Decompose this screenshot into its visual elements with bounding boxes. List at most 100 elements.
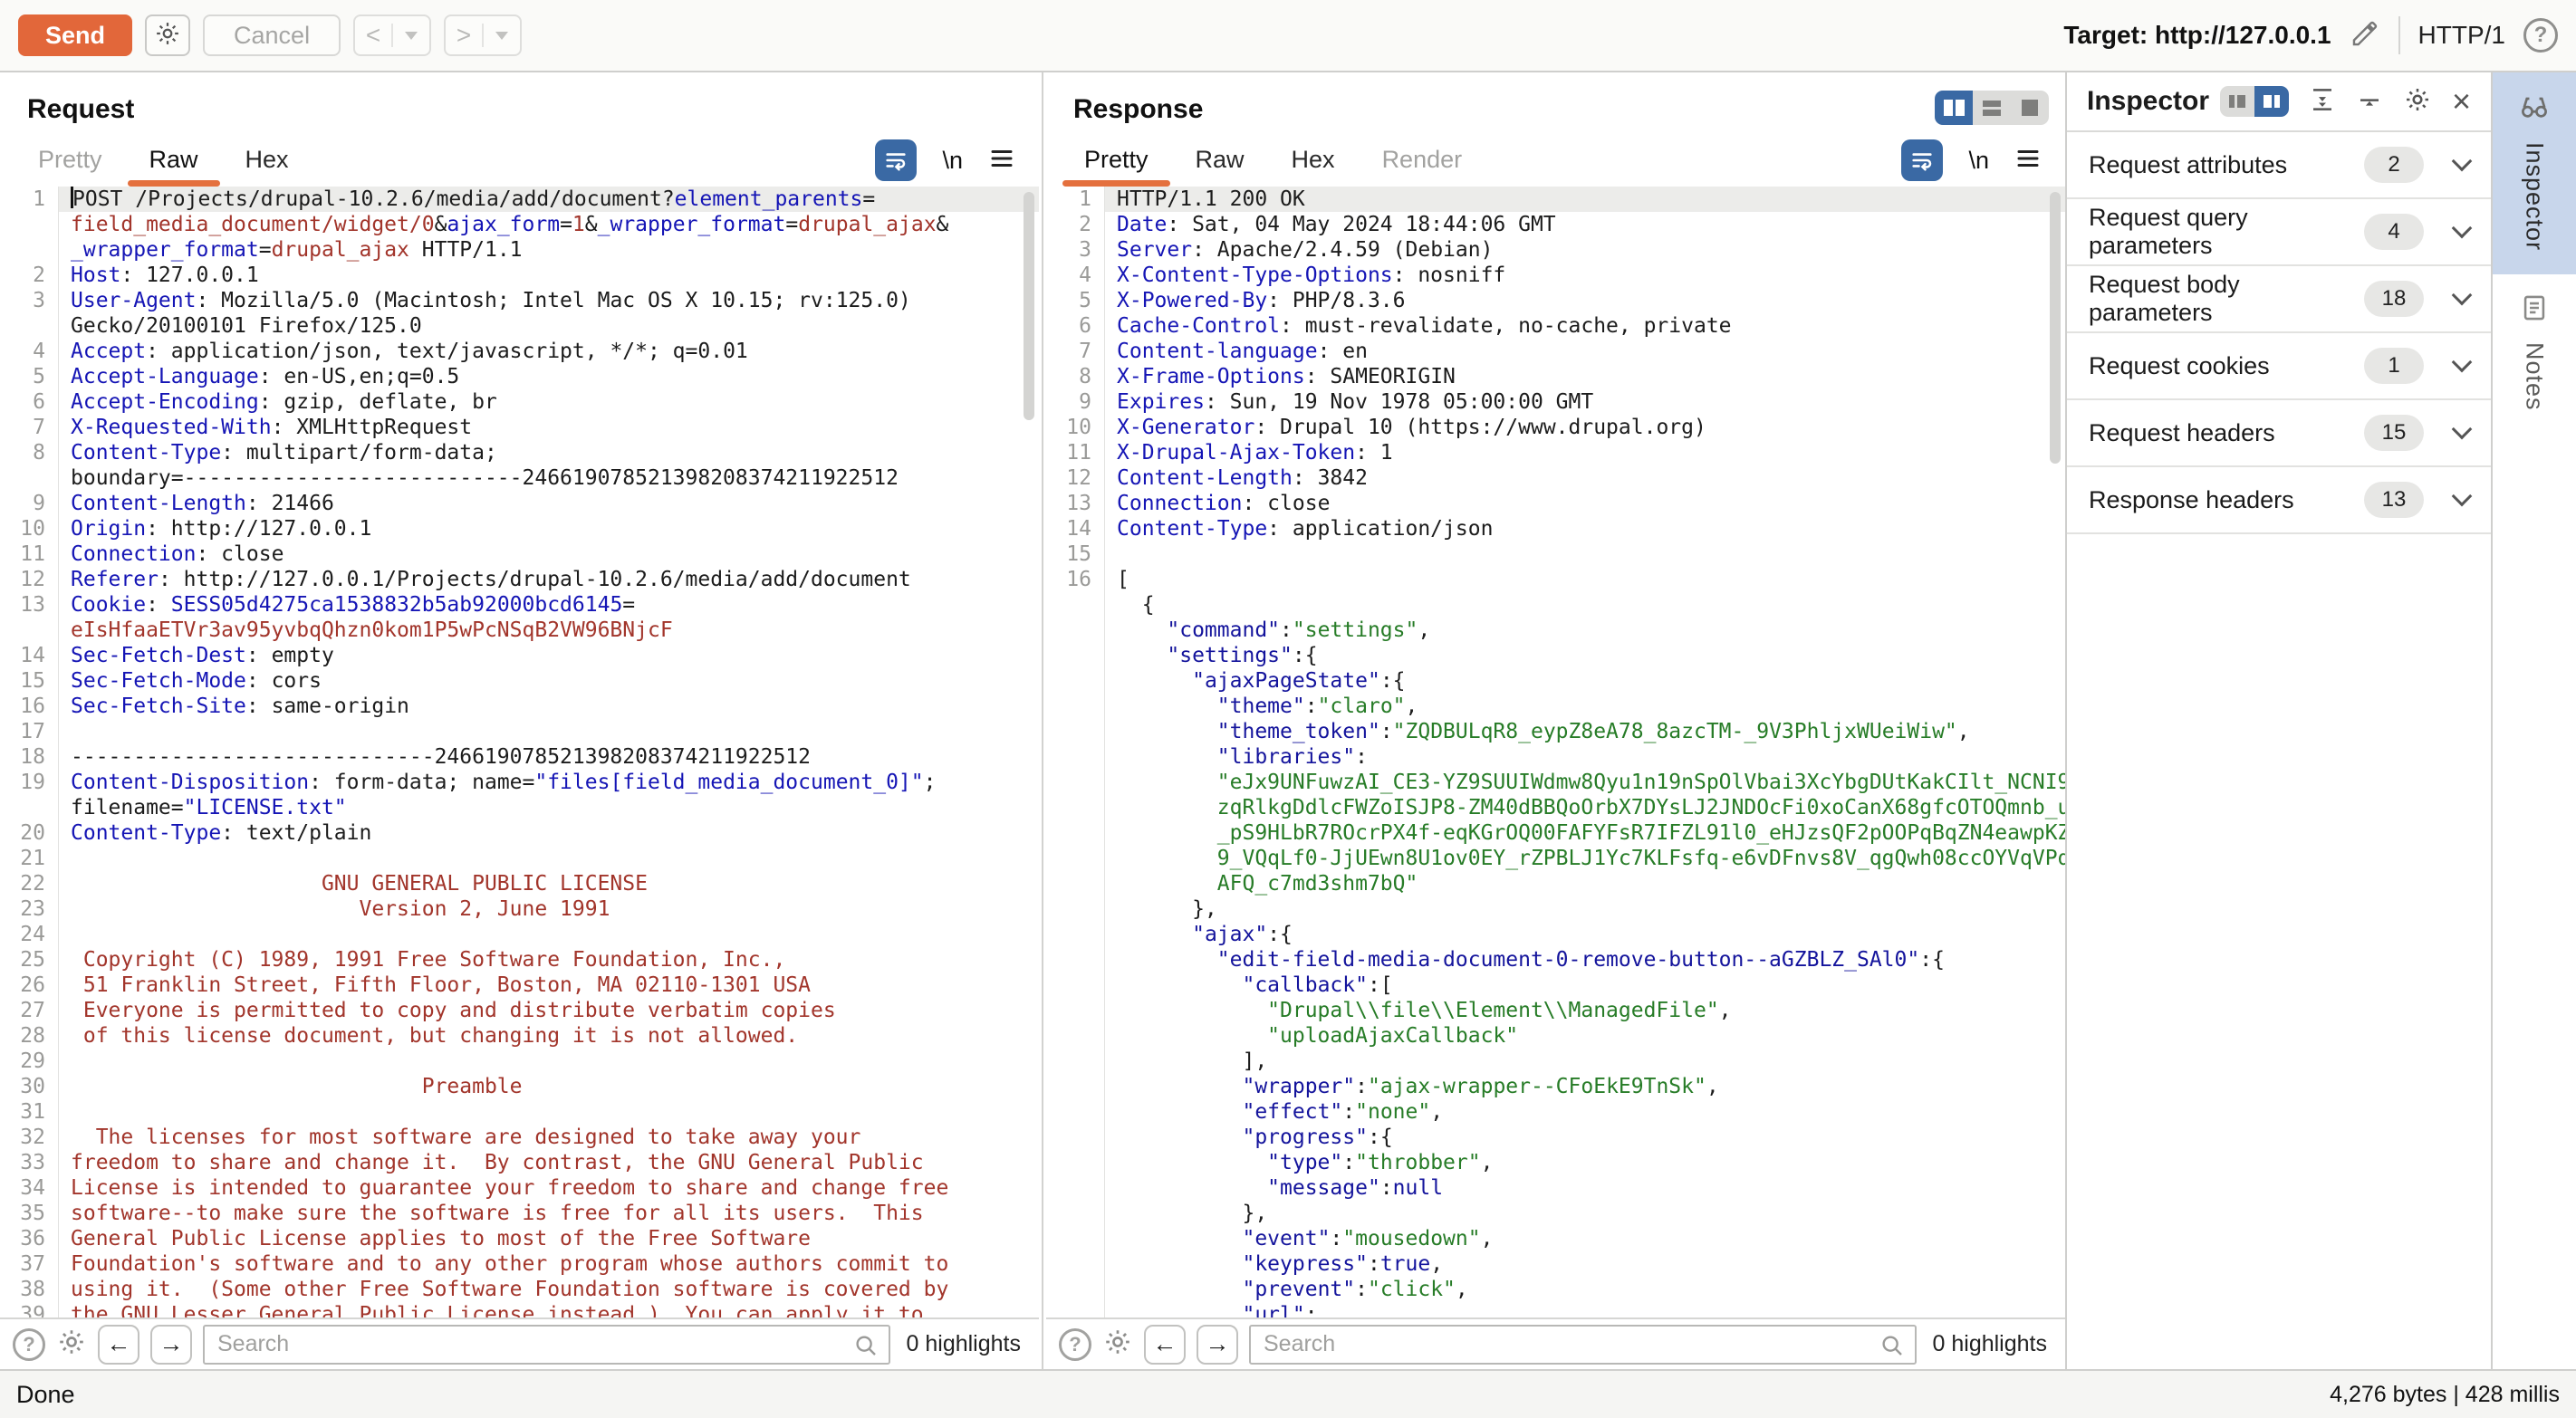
send-button[interactable]: Send: [18, 14, 132, 56]
tab-render[interactable]: Render: [1359, 146, 1486, 187]
side-tab-inspector[interactable]: Inspector: [2493, 72, 2576, 274]
code-line: 35software--to make sure the software is…: [0, 1201, 1039, 1226]
search-input[interactable]: [203, 1325, 890, 1365]
search-prev-button[interactable]: ←: [1144, 1325, 1186, 1365]
help-icon[interactable]: ?: [2523, 18, 2558, 53]
code-line: 10X-Generator: Drupal 10 (https://www.dr…: [1046, 415, 2065, 440]
http-version-selector[interactable]: HTTP/1: [2418, 21, 2505, 50]
search-next-button[interactable]: →: [150, 1325, 192, 1365]
show-newlines-toggle[interactable]: \n: [1968, 147, 1989, 175]
dock-right-icon[interactable]: [2254, 86, 2289, 117]
code-line: 3Server: Apache/2.4.59 (Debian): [1046, 237, 2065, 263]
search-help-icon[interactable]: ?: [1059, 1328, 1091, 1361]
code-line: 19Content-Disposition: form-data; name="…: [0, 770, 1039, 795]
code-line: 21: [0, 846, 1039, 871]
response-scrollbar[interactable]: [2050, 192, 2061, 464]
section-count-badge: 18: [2364, 281, 2424, 317]
tab-raw[interactable]: Raw: [126, 146, 222, 187]
code-line: 4Accept: application/json, text/javascri…: [0, 339, 1039, 364]
search-settings-icon[interactable]: [1102, 1327, 1133, 1362]
word-wrap-icon[interactable]: [1901, 139, 1943, 181]
response-panel: Response PrettyRawHexRender \n 1HTTP/1.1…: [1046, 72, 2065, 1369]
code-line: "theme":"claro",: [1046, 694, 2065, 719]
response-tabs: PrettyRawHexRender: [1061, 136, 1485, 187]
chevron-down-icon[interactable]: [2452, 352, 2473, 373]
code-line: 36General Public License applies to most…: [0, 1226, 1039, 1251]
request-editor[interactable]: 1POST /Projects/drupal-10.2.6/media/add/…: [0, 187, 1039, 1317]
search-settings-icon[interactable]: [56, 1327, 87, 1362]
search-input[interactable]: [1249, 1325, 1917, 1365]
chevron-down-icon[interactable]: [2452, 486, 2473, 507]
response-editor[interactable]: 1HTTP/1.1 200 OK2Date: Sat, 04 May 2024 …: [1046, 187, 2065, 1317]
response-editor-icons: \n: [1901, 139, 2042, 181]
code-line: 12Referer: http://127.0.0.1/Projects/dru…: [0, 567, 1039, 592]
tab-hex[interactable]: Hex: [1268, 146, 1359, 187]
code-line: 9Content-Length: 21466: [0, 491, 1039, 516]
history-forward-button[interactable]: >: [444, 14, 522, 56]
expand-all-icon[interactable]: [2309, 86, 2336, 118]
chevron-down-icon[interactable]: [2452, 218, 2473, 239]
request-panel: Request PrettyRawHex \n 1POST /Projects/…: [0, 72, 1039, 1369]
code-line: eIsHfaaETVr3av95yvbqQhzn0kom1P5wPcNSqB2V…: [0, 618, 1039, 643]
search-prev-button[interactable]: ←: [98, 1325, 139, 1365]
tab-hex[interactable]: Hex: [222, 146, 312, 187]
tab-pretty[interactable]: Pretty: [1061, 146, 1172, 187]
inspector-dock-toggle: [2220, 86, 2289, 117]
code-line: 9Expires: Sun, 19 Nov 1978 05:00:00 GMT: [1046, 389, 2065, 415]
code-line: ],: [1046, 1049, 2065, 1074]
target-label: Target: http://127.0.0.1: [2063, 21, 2331, 50]
collapse-all-icon[interactable]: [2356, 86, 2383, 118]
section-count-badge: 4: [2364, 214, 2424, 250]
forward-dropdown-icon[interactable]: [484, 32, 520, 40]
section-label: Request headers: [2089, 419, 2364, 447]
edit-target-pencil-icon[interactable]: [2350, 18, 2380, 53]
code-line: 30 Preamble: [0, 1074, 1039, 1099]
inspector-settings-icon[interactable]: [2403, 85, 2432, 119]
inspector-section-request-headers[interactable]: Request headers15: [2067, 400, 2491, 467]
code-line: 15: [1046, 541, 2065, 567]
code-line: _wrapper_format=drupal_ajax HTTP/1.1: [0, 237, 1039, 263]
code-line: "uploadAjaxCallback": [1046, 1023, 2065, 1049]
inspector-close-icon[interactable]: ×: [2452, 85, 2471, 118]
side-tab-notes[interactable]: Notes: [2493, 274, 2576, 435]
tab-raw[interactable]: Raw: [1172, 146, 1268, 187]
request-scrollbar[interactable]: [1024, 192, 1034, 420]
chevron-down-icon[interactable]: [2452, 285, 2473, 306]
gear-icon: [154, 20, 181, 52]
show-newlines-toggle[interactable]: \n: [942, 147, 963, 175]
editor-menu-icon[interactable]: [988, 145, 1015, 177]
code-line: "callback":[: [1046, 972, 2065, 998]
code-line: 31: [0, 1099, 1039, 1125]
inspector-section-request-query-parameters[interactable]: Request query parameters4: [2067, 199, 2491, 266]
code-line: 23 Version 2, June 1991: [0, 896, 1039, 922]
code-line: 20Content-Type: text/plain: [0, 820, 1039, 846]
inspector-sections: Request attributes2Request query paramet…: [2067, 132, 2491, 534]
layout-columns-icon[interactable]: [1935, 91, 1973, 125]
word-wrap-icon[interactable]: [875, 139, 917, 181]
inspector-section-request-attributes[interactable]: Request attributes2: [2067, 132, 2491, 199]
send-settings-button[interactable]: [145, 14, 190, 56]
code-line: "event":"mousedown",: [1046, 1226, 2065, 1251]
search-help-icon[interactable]: ?: [13, 1328, 45, 1361]
inspector-section-request-cookies[interactable]: Request cookies1: [2067, 333, 2491, 400]
code-line: 5Accept-Language: en-US,en;q=0.5: [0, 364, 1039, 389]
forward-chevron-label: >: [446, 21, 482, 50]
search-next-button[interactable]: →: [1197, 1325, 1238, 1365]
code-line: 7Content-language: en: [1046, 339, 2065, 364]
editor-menu-icon[interactable]: [2014, 145, 2042, 177]
request-tabs: PrettyRawHex: [14, 136, 312, 187]
layout-single-icon[interactable]: [2011, 91, 2049, 125]
chevron-down-icon[interactable]: [2452, 419, 2473, 440]
panel-divider[interactable]: [1039, 72, 1046, 1369]
inspector-section-response-headers[interactable]: Response headers13: [2067, 467, 2491, 534]
code-line: 26 51 Franklin Street, Fifth Floor, Bost…: [0, 972, 1039, 998]
history-back-button[interactable]: <: [353, 14, 431, 56]
cancel-button[interactable]: Cancel: [203, 14, 341, 56]
layout-rows-icon[interactable]: [1973, 91, 2011, 125]
dock-left-icon[interactable]: [2220, 86, 2254, 117]
inspector-section-request-body-parameters[interactable]: Request body parameters18: [2067, 266, 2491, 333]
code-line: 14Sec-Fetch-Dest: empty: [0, 643, 1039, 668]
tab-pretty[interactable]: Pretty: [14, 146, 126, 187]
chevron-down-icon[interactable]: [2452, 151, 2473, 172]
back-dropdown-icon[interactable]: [393, 32, 429, 40]
